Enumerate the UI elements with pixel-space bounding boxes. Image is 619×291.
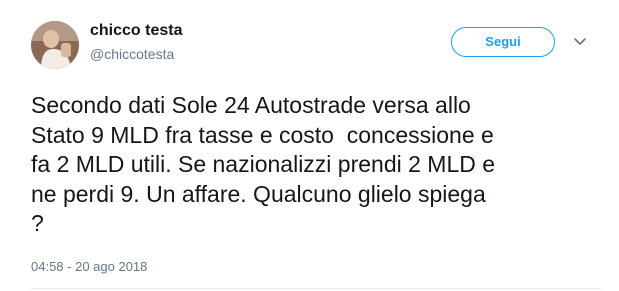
divider <box>31 288 601 289</box>
tweet-text: Secondo dati Sole 24 Autostrade versa al… <box>31 92 496 236</box>
follow-button[interactable]: Segui <box>451 27 555 57</box>
chevron-down-icon[interactable] <box>572 36 588 48</box>
display-name[interactable]: chicco testa <box>90 22 182 40</box>
tweet-timestamp[interactable]: 04:58 - 20 ago 2018 <box>31 259 147 274</box>
user-handle: @chiccotesta <box>90 46 175 62</box>
avatar-image <box>31 21 79 69</box>
avatar[interactable] <box>31 21 79 69</box>
